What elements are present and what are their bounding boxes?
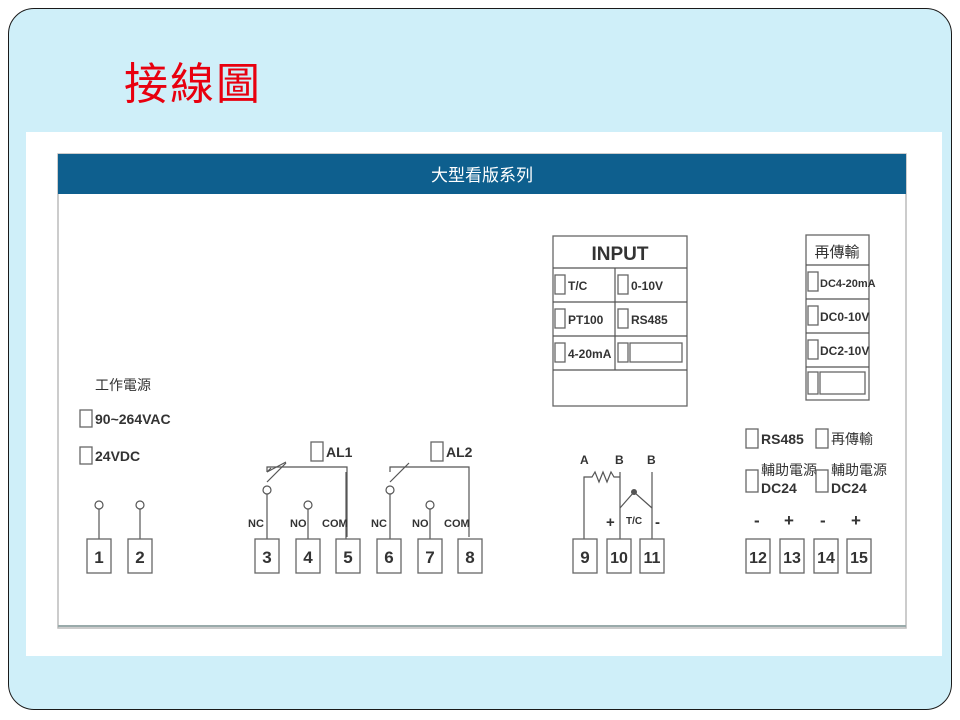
terminal-13-label: 13: [783, 550, 801, 567]
aux-power-dc-label-1: DC24: [761, 480, 797, 496]
retrans-option-dc2-10v: DC2-10V: [820, 344, 869, 358]
alarm-1-label: AL1: [326, 444, 353, 460]
terminal-3-label: 3: [262, 548, 271, 567]
aux-power-dc-label-2: DC24: [831, 480, 867, 496]
diagram-title: 大型看版系列: [431, 166, 533, 185]
polarity-15: +: [851, 511, 861, 530]
input-option-tc: T/C: [568, 279, 588, 293]
relay-label-com-1: COM: [322, 518, 348, 530]
terminal-2-label: 2: [135, 548, 144, 567]
relay-label-nc-2: NC: [371, 518, 387, 530]
terminal-5-label: 5: [343, 548, 352, 567]
terminal-6-label: 6: [384, 548, 393, 567]
terminal-14-label: 14: [817, 550, 835, 567]
input-option-blank: [629, 342, 683, 363]
sensor-label-minus: -: [655, 514, 660, 531]
input-option-pt100: PT100: [568, 313, 604, 327]
relay-label-no-1: NO: [290, 518, 307, 530]
input-option-0-10v: 0-10V: [631, 279, 663, 293]
power-option-1: 90~264VAC: [95, 411, 171, 427]
terminal-7-label: 7: [425, 548, 434, 567]
sensor-label-b2: B: [647, 453, 656, 467]
aux-power-label-1: 輔助電源: [761, 462, 817, 478]
terminal-1-label: 1: [94, 548, 103, 567]
terminal-9-label: 9: [580, 548, 589, 567]
sensor-label-b1: B: [615, 453, 624, 467]
terminal-15-label: 15: [850, 550, 868, 567]
output-option-retrans: 再傳輸: [831, 431, 873, 447]
input-option-4-20ma: 4-20mA: [568, 347, 612, 361]
sensor-label-plus: +: [606, 514, 615, 531]
aux-power-label-2: 輔助電源: [831, 462, 887, 478]
power-heading: 工作電源: [95, 377, 151, 393]
output-option-rs485: RS485: [761, 431, 804, 447]
alarm-2-label: AL2: [446, 444, 473, 460]
retrans-option-blank: [819, 371, 866, 395]
power-option-checkbox: [79, 409, 93, 428]
power-option-checkbox: [79, 446, 93, 465]
sensor-label-tc: T/C: [626, 516, 642, 527]
retrans-option-dc0-10v: DC0-10V: [820, 310, 869, 324]
retrans-option-dc4-20ma: DC4-20mA: [820, 278, 876, 290]
retrans-table-title: 再傳輸: [814, 244, 859, 261]
terminal-4-label: 4: [303, 548, 313, 567]
wiring-diagram-panel: 大型看版系列 工作電源 90~264VAC 24VDC INPUT T/C 0-…: [26, 132, 942, 656]
power-option-2: 24VDC: [95, 448, 140, 464]
input-option-rs485: RS485: [631, 313, 668, 327]
terminal-12-label: 12: [749, 550, 767, 567]
relay-label-com-2: COM: [444, 518, 470, 530]
wiring-diagram: 大型看版系列 工作電源 90~264VAC 24VDC INPUT T/C 0-…: [57, 153, 907, 629]
terminal-10-label: 10: [610, 550, 628, 567]
polarity-12: -: [754, 511, 760, 530]
sensor-label-a: A: [580, 453, 589, 467]
slide-title: 接線圖: [124, 59, 262, 110]
relay-label-nc-1: NC: [248, 518, 264, 530]
terminal-8-label: 8: [465, 548, 474, 567]
polarity-14: -: [820, 511, 826, 530]
relay-label-no-2: NO: [412, 518, 429, 530]
terminal-11-label: 11: [644, 550, 661, 567]
polarity-13: +: [784, 511, 794, 530]
input-table-title: INPUT: [592, 244, 649, 265]
